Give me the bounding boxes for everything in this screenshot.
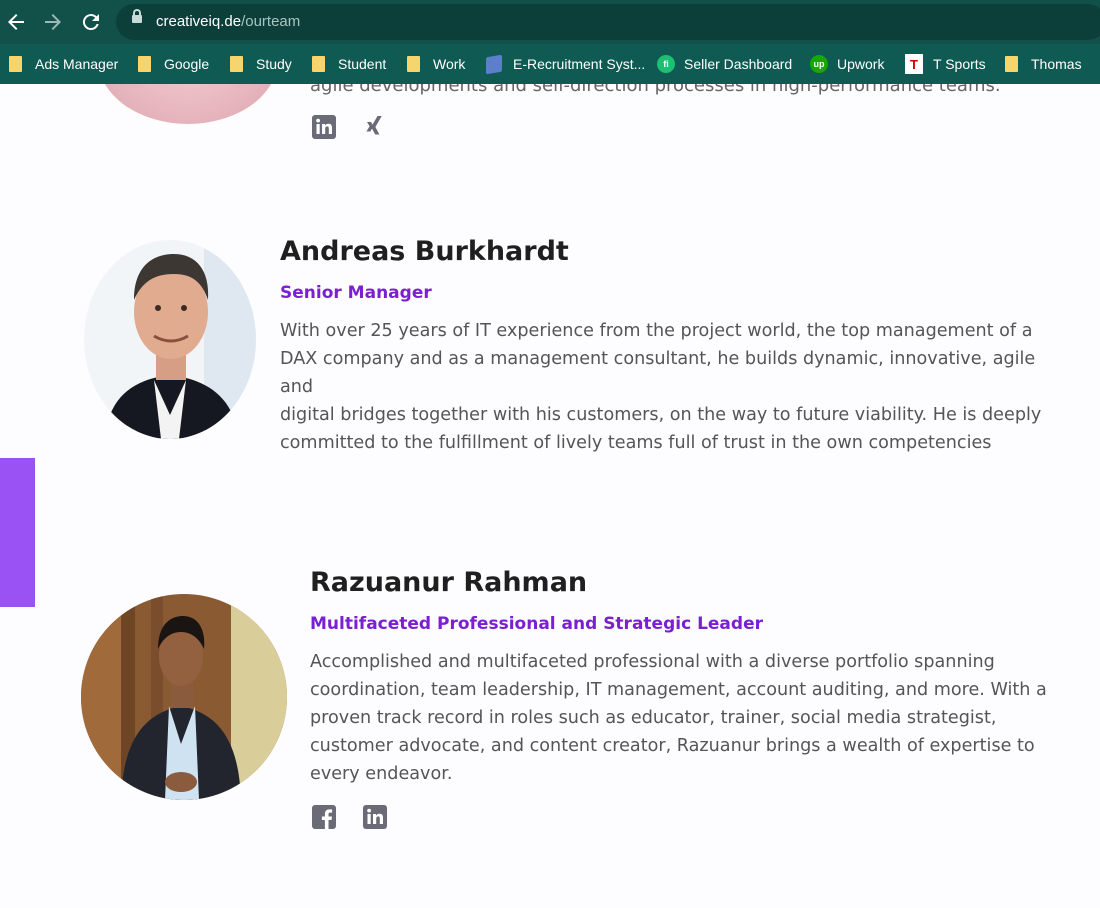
bookmark-label: Upwork xyxy=(837,56,885,72)
lock-icon xyxy=(132,9,142,23)
bookmark-label: Study xyxy=(256,56,292,72)
xing-icon[interactable] xyxy=(361,114,387,140)
bio-line: digital bridges together with his custom… xyxy=(280,405,1042,425)
member-role: Multifaceted Professional and Strategic … xyxy=(310,614,763,634)
url-domain: creativeiq.de xyxy=(156,13,242,30)
bookmark-label: E-Recruitment Syst... xyxy=(513,56,646,72)
bio-line: DAX company and as a management consulta… xyxy=(280,349,1036,397)
team-page: agile developments and self-direction pr… xyxy=(0,84,1100,908)
linkedin-icon[interactable] xyxy=(362,804,388,830)
bio-line: customer advocate, and content creator, … xyxy=(310,736,1035,756)
member-bio: With over 25 years of IT experience from… xyxy=(280,317,1070,457)
book-icon xyxy=(486,54,502,74)
member-name: Razuanur Rahman xyxy=(310,567,588,598)
browser-toolbar: creativeiq.de/ourteam xyxy=(0,0,1100,44)
member-role: Senior Manager xyxy=(280,283,432,303)
folder-icon xyxy=(1005,56,1018,72)
bookmark-label: Thomas xyxy=(1031,56,1082,72)
bookmark-work[interactable]: Work xyxy=(407,54,465,74)
bio-line: coordination, team leadership, IT manage… xyxy=(310,680,1047,700)
folder-icon xyxy=(312,56,325,72)
bookmark-label: Google xyxy=(164,56,210,72)
bookmark-seller-dashboard[interactable]: fi Seller Dashboard xyxy=(657,54,792,74)
bookmark-label: Ads Manager xyxy=(35,56,119,72)
bookmark-label: Student xyxy=(338,56,387,72)
bio-line: Accomplished and multifaceted profession… xyxy=(310,652,995,672)
fiverr-icon: fi xyxy=(657,55,675,73)
facebook-icon[interactable] xyxy=(311,804,337,830)
bookmark-thomas[interactable]: Thomas xyxy=(1005,54,1082,74)
bookmarks-bar: Ads Manager Google Study Student Work E-… xyxy=(0,44,1100,84)
upwork-icon: up xyxy=(810,55,828,73)
folder-icon xyxy=(407,56,420,72)
bookmark-study[interactable]: Study xyxy=(230,54,292,74)
side-accent-tab[interactable] xyxy=(0,458,35,607)
url-path: /ourteam xyxy=(241,13,301,30)
bookmark-upwork[interactable]: up Upwork xyxy=(810,54,884,74)
partial-member-bio: agile developments and self-direction pr… xyxy=(310,84,1001,96)
bookmark-label: Seller Dashboard xyxy=(684,56,793,72)
member-bio: Accomplished and multifaceted profession… xyxy=(310,648,1070,788)
folder-icon xyxy=(230,56,243,72)
bookmark-e-recruitment[interactable]: E-Recruitment Syst... xyxy=(486,54,645,74)
bookmark-t-sports[interactable]: T T Sports xyxy=(905,54,986,74)
folder-icon xyxy=(9,56,22,72)
bio-line: With over 25 years of IT experience from… xyxy=(280,321,1033,341)
bookmark-label: T Sports xyxy=(933,56,986,72)
forward-arrow-icon[interactable] xyxy=(41,10,65,34)
bio-line: proven track record in roles such as edu… xyxy=(310,708,997,728)
bookmark-ads-manager[interactable]: Ads Manager xyxy=(9,54,118,74)
url-text: creativeiq.de/ourteam xyxy=(156,13,300,30)
bio-line: committed to the fulfillment of lively t… xyxy=(280,433,992,453)
folder-icon xyxy=(138,56,151,72)
address-bar[interactable]: creativeiq.de/ourteam xyxy=(116,4,1100,40)
partial-member-photo xyxy=(98,84,278,124)
bookmark-label: Work xyxy=(433,56,466,72)
back-arrow-icon[interactable] xyxy=(4,10,28,34)
bio-line: every endeavor. xyxy=(310,764,453,784)
bookmark-google[interactable]: Google xyxy=(138,54,209,74)
member-name: Andreas Burkhardt xyxy=(280,236,569,267)
reload-icon[interactable] xyxy=(79,10,103,34)
razuanur-rahman-photo xyxy=(81,594,287,800)
tsports-icon: T xyxy=(905,54,923,74)
andreas-burkhardt-photo xyxy=(84,240,256,439)
linkedin-icon[interactable] xyxy=(311,114,337,140)
bookmark-student[interactable]: Student xyxy=(312,54,386,74)
